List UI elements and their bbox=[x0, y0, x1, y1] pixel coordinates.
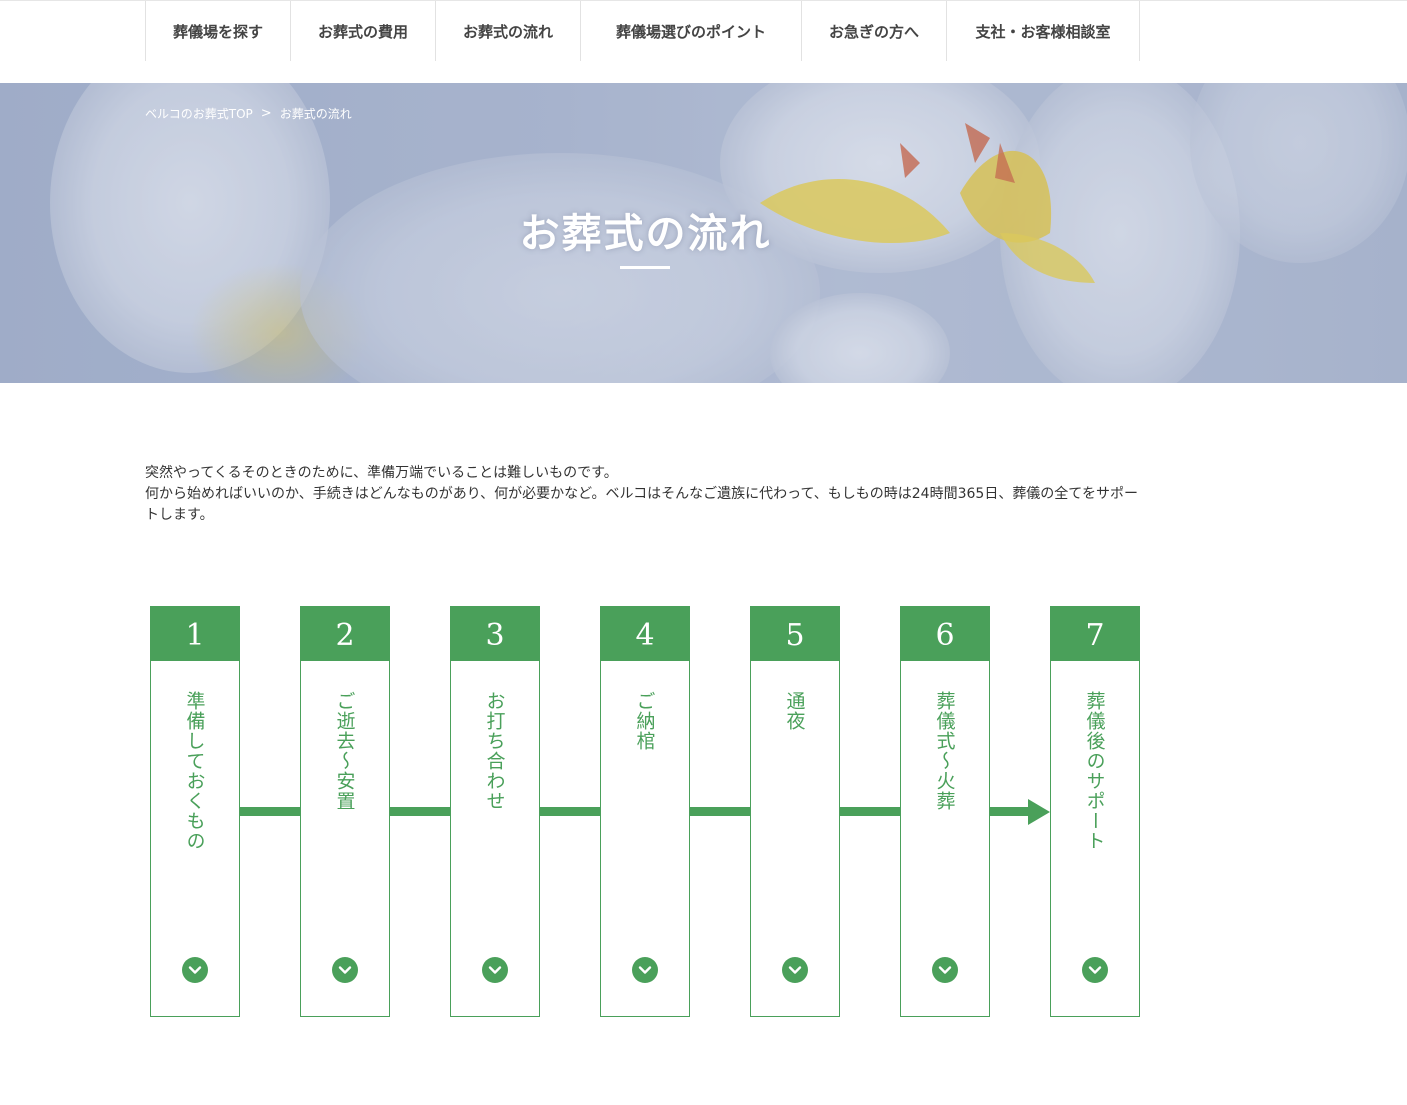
step-label: 通夜 bbox=[783, 691, 806, 731]
intro-line-2: 何から始めればいいのか、手続きはどんなものがあり、何が必要かなど。ベルコはそんな… bbox=[145, 486, 1139, 523]
breadcrumb-home-link[interactable]: ベルコのお葬式TOP bbox=[145, 105, 253, 122]
breadcrumb-current: お葬式の流れ bbox=[279, 107, 352, 121]
step-card-4[interactable]: 4 ご納棺 bbox=[600, 606, 690, 1017]
step-number: 1 bbox=[151, 607, 239, 661]
step-connector bbox=[390, 807, 450, 816]
nav-item-funeral-flow[interactable]: お葬式の流れ bbox=[435, 1, 580, 61]
chevron-down-icon[interactable] bbox=[182, 957, 208, 983]
nav-item-urgent[interactable]: お急ぎの方へ bbox=[801, 1, 946, 61]
step-label: ご逝去～安置 bbox=[333, 691, 356, 811]
step-label: ご納棺 bbox=[633, 691, 656, 751]
hero-banner: ベルコのお葬式TOP > お葬式の流れ お葬式の流れ bbox=[0, 83, 1407, 383]
nav-item-find-venue[interactable]: 葬儀場を探す bbox=[145, 1, 290, 61]
step-number: 6 bbox=[901, 607, 989, 661]
chevron-down-icon[interactable] bbox=[332, 957, 358, 983]
funeral-flow-steps: 1 準備しておくもの 2 ご逝去～安置 3 お打ち合わせ 4 ご納棺 5 通夜 bbox=[150, 606, 1140, 1017]
step-number: 2 bbox=[301, 607, 389, 661]
step-number: 5 bbox=[751, 607, 839, 661]
step-number: 7 bbox=[1051, 607, 1139, 661]
step-card-7[interactable]: 7 葬儀後のサポート bbox=[1050, 606, 1140, 1017]
step-connector bbox=[540, 807, 600, 816]
page-title: お葬式の流れ bbox=[519, 210, 772, 257]
breadcrumb-separator: > bbox=[260, 106, 272, 121]
nav-item-funeral-cost[interactable]: お葬式の費用 bbox=[290, 1, 435, 61]
chevron-down-icon[interactable] bbox=[632, 957, 658, 983]
step-label: 葬儀式～火葬 bbox=[933, 691, 956, 811]
arrow-right-icon bbox=[1028, 799, 1050, 825]
step-number: 3 bbox=[451, 607, 539, 661]
step-card-2[interactable]: 2 ご逝去～安置 bbox=[300, 606, 390, 1017]
step-connector bbox=[840, 807, 900, 816]
step-label: お打ち合わせ bbox=[483, 691, 506, 811]
title-underline bbox=[620, 266, 670, 269]
step-card-3[interactable]: 3 お打ち合わせ bbox=[450, 606, 540, 1017]
step-card-1[interactable]: 1 準備しておくもの bbox=[150, 606, 240, 1017]
breadcrumb: ベルコのお葬式TOP > お葬式の流れ bbox=[145, 105, 352, 122]
step-number: 4 bbox=[601, 607, 689, 661]
chevron-down-icon[interactable] bbox=[932, 957, 958, 983]
nav-item-venue-tips[interactable]: 葬儀場選びのポイント bbox=[580, 1, 801, 61]
step-label: 葬儀後のサポート bbox=[1083, 691, 1106, 851]
top-navigation: 葬儀場を探す お葬式の費用 お葬式の流れ 葬儀場選びのポイント お急ぎの方へ 支… bbox=[0, 0, 1407, 83]
chevron-down-icon[interactable] bbox=[1082, 957, 1108, 983]
step-card-6[interactable]: 6 葬儀式～火葬 bbox=[900, 606, 990, 1017]
step-connector bbox=[240, 807, 300, 816]
nav-menu: 葬儀場を探す お葬式の費用 お葬式の流れ 葬儀場選びのポイント お急ぎの方へ 支… bbox=[145, 1, 1140, 61]
nav-item-branches[interactable]: 支社・お客様相談室 bbox=[946, 1, 1140, 61]
chevron-down-icon[interactable] bbox=[782, 957, 808, 983]
step-connector bbox=[690, 807, 750, 816]
chevron-down-icon[interactable] bbox=[482, 957, 508, 983]
intro-line-1: 突然やってくるそのときのために、準備万端でいることは難しいものです。 bbox=[145, 465, 618, 481]
intro-text: 突然やってくるそのときのために、準備万端でいることは難しいものです。 何から始め… bbox=[145, 463, 1145, 526]
step-connector bbox=[990, 807, 1030, 816]
step-card-5[interactable]: 5 通夜 bbox=[750, 606, 840, 1017]
step-label: 準備しておくもの bbox=[183, 691, 206, 851]
